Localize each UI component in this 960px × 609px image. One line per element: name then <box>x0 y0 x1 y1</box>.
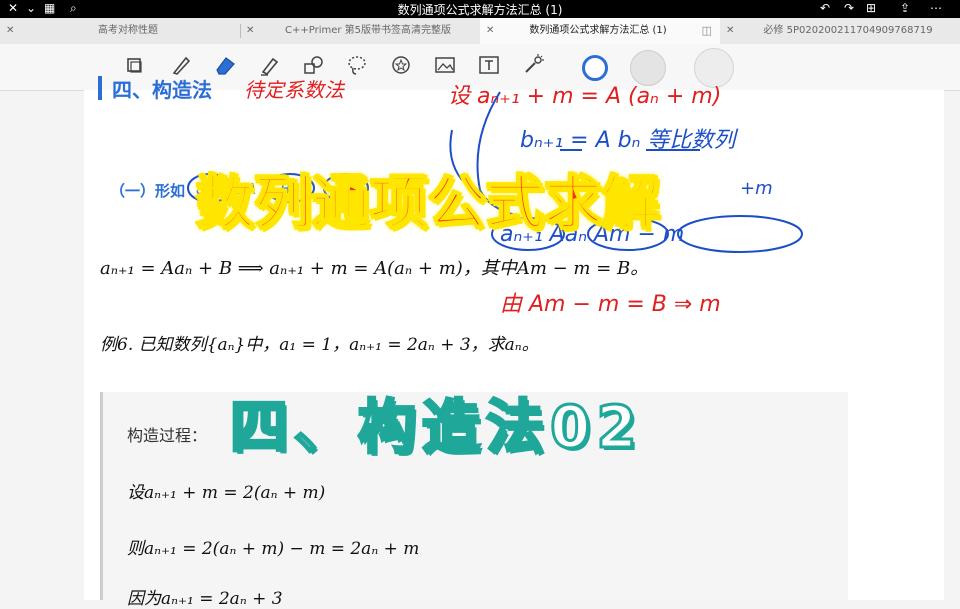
handwriting-strokes <box>187 91 803 253</box>
overlay-subtitle: 四、构造法02 <box>229 392 643 463</box>
overlay-title: 数列通项公式求解 <box>195 168 661 238</box>
